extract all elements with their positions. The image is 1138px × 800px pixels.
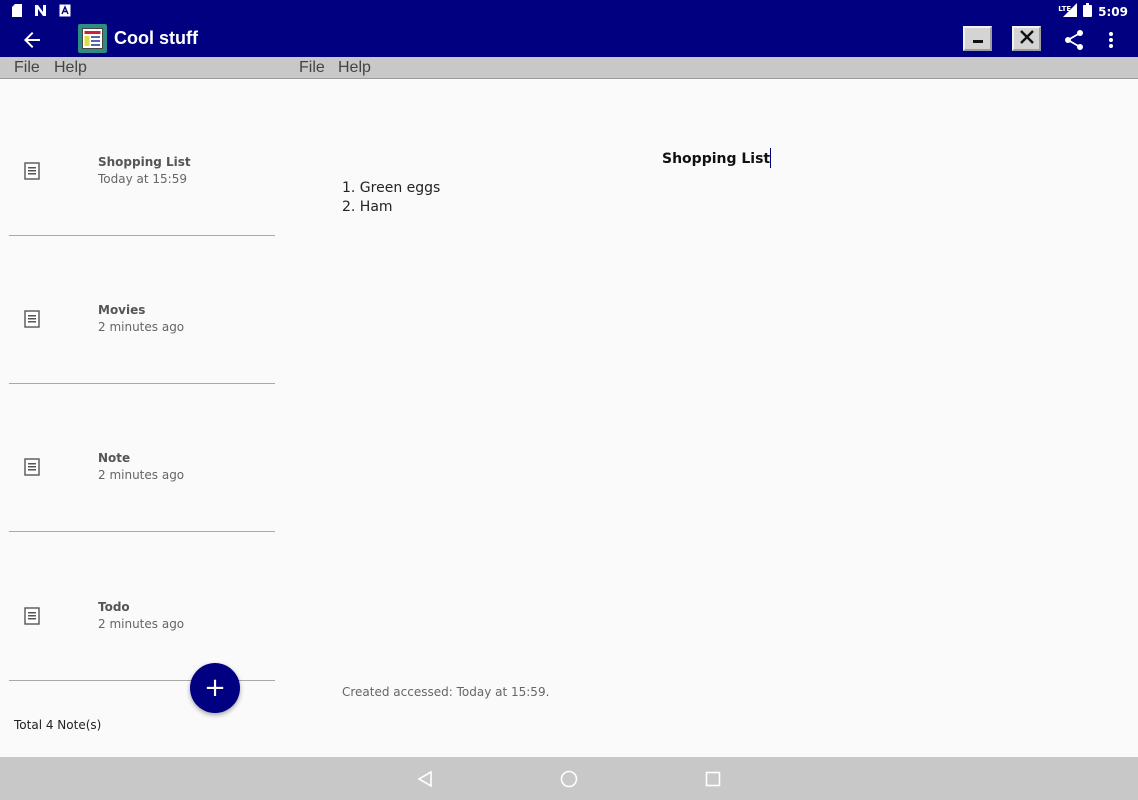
navigation-bar — [0, 757, 1138, 800]
add-note-button[interactable]: + — [190, 663, 240, 713]
sidebar-menu-help[interactable]: Help — [54, 59, 87, 77]
status-bar: LTE 5:09 — [0, 0, 1138, 22]
document-line[interactable]: 2. Ham — [342, 199, 393, 215]
note-timestamp: 2 minutes ago — [98, 617, 185, 631]
document-title[interactable]: Shopping List — [662, 148, 772, 168]
note-title: Movies — [98, 303, 146, 317]
menu-bar: File Help File Help — [0, 57, 1138, 79]
home-circle-icon[interactable] — [559, 769, 579, 789]
more-vert-icon[interactable] — [1102, 28, 1120, 52]
minimize-icon — [971, 29, 985, 48]
plus-icon: + — [204, 673, 226, 703]
text-caret — [770, 148, 772, 168]
minimize-button[interactable] — [963, 26, 992, 51]
note-icon — [24, 607, 40, 625]
signal-icon — [1063, 3, 1078, 20]
app-logo-icon — [78, 24, 107, 53]
note-timestamp: 2 minutes ago — [98, 468, 185, 482]
close-button[interactable] — [1012, 26, 1041, 51]
sidebar-menu-file[interactable]: File — [14, 59, 40, 77]
note-title: Shopping List — [98, 155, 191, 169]
note-editor[interactable]: Shopping List 1. Green eggs 2. Ham Creat… — [284, 79, 1138, 757]
document-line[interactable]: 1. Green eggs — [342, 180, 440, 196]
total-notes-count: Total 4 Note(s) — [14, 718, 102, 732]
document-title-text: Shopping List — [662, 151, 771, 167]
back-triangle-icon[interactable] — [416, 769, 436, 789]
note-title: Todo — [98, 600, 130, 614]
note-timestamp: Today at 15:59 — [98, 172, 187, 186]
editor-menu-help[interactable]: Help — [338, 59, 371, 77]
sd-card-icon — [10, 3, 23, 17]
note-icon — [24, 162, 40, 180]
note-icon — [24, 458, 40, 476]
recents-square-icon[interactable] — [703, 769, 723, 789]
share-icon[interactable] — [1062, 28, 1086, 52]
note-icon — [24, 310, 40, 328]
note-list: Shopping List Today at 15:59 Movies 2 mi… — [0, 79, 284, 757]
note-list-item[interactable]: Movies 2 minutes ago — [9, 236, 275, 384]
editor-menu-file[interactable]: File — [299, 59, 325, 77]
close-icon — [1019, 29, 1035, 49]
note-timestamp: 2 minutes ago — [98, 320, 185, 334]
n-icon — [34, 3, 47, 17]
note-list-item[interactable]: Shopping List Today at 15:59 — [9, 88, 275, 236]
document-access-info: Created accessed: Today at 15:59. — [342, 685, 550, 699]
note-title: Note — [98, 451, 131, 465]
battery-icon — [1083, 3, 1093, 20]
app-bar: Cool stuff — [0, 22, 1138, 57]
clock: 5:09 — [1098, 4, 1128, 19]
note-list-item[interactable]: Todo 2 minutes ago — [9, 533, 275, 681]
back-arrow-icon[interactable] — [20, 28, 44, 52]
app-title: Cool stuff — [114, 28, 198, 48]
a-icon — [58, 3, 71, 17]
note-list-item[interactable]: Note 2 minutes ago — [9, 384, 275, 532]
